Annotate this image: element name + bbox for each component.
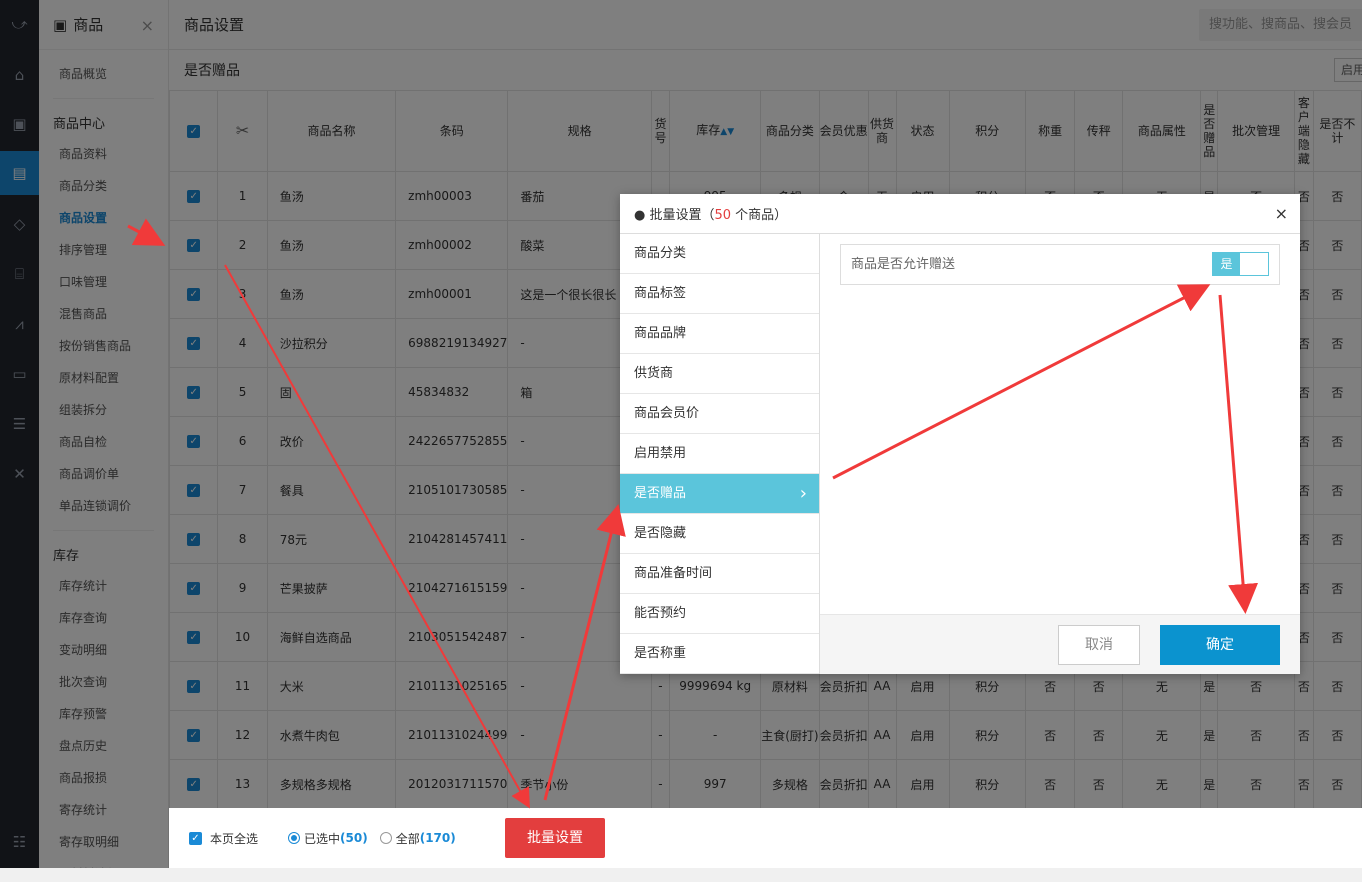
all-label: 全部 [395,831,420,846]
footer-strip [0,868,1362,882]
dialog-count: 50 [714,208,732,223]
dialog-menu-item[interactable]: 是否赠品 › [620,474,819,514]
dialog-menu-label: 商品准备时间 [634,566,713,581]
selected-label: 已选中 [304,831,341,846]
batch-settings-dialog: ● 批量设置（50 个商品） × 商品分类商品标签商品品牌供货商商品会员价启用禁… [620,194,1300,674]
dialog-menu-label: 是否隐藏 [634,526,687,541]
chevron-right-icon: › [799,483,807,504]
allow-gift-toggle[interactable]: 是 [1212,252,1269,276]
all-radio[interactable] [379,832,392,844]
field-label: 商品是否允许赠送 [851,257,956,272]
dialog-menu-item[interactable]: 商品准备时间 [620,554,819,594]
dialog-menu-label: 商品品牌 [634,326,687,341]
dialog-title: ● 批量设置（50 个商品） [634,208,788,223]
dialog-menu-item[interactable]: 启用禁用 [620,434,819,474]
dialog-menu-label: 商品会员价 [634,406,700,421]
allow-gift-field: 商品是否允许赠送 是 [840,244,1280,285]
batch-settings-button[interactable]: 批量设置 [505,818,605,858]
dialog-menu-label: 是否称重 [634,646,687,661]
dialog-menu-item[interactable]: 商品品牌 [620,314,819,354]
dialog-menu-label: 启用禁用 [634,446,687,461]
dialog-menu-item[interactable]: 是否隐藏 [620,514,819,554]
dialog-menu: 商品分类商品标签商品品牌供货商商品会员价启用禁用是否赠品 › 是否隐藏商品准备时间能… [620,234,820,674]
dialog-menu-item[interactable]: 商品分类 [620,234,819,274]
close-icon[interactable]: × [1275,204,1288,223]
toggle-on-label: 是 [1213,253,1240,275]
selected-count: 50 [345,831,363,845]
dialog-menu-label: 商品标签 [634,286,687,301]
dialog-header: ● 批量设置（50 个商品） × [620,194,1300,234]
dialog-body: 商品是否允许赠送 是 取消 确定 [820,234,1300,674]
dialog-menu-label: 是否赠品 [634,486,687,501]
dialog-menu-item[interactable]: 供货商 [620,354,819,394]
select-page-checkbox[interactable]: ✓ [189,831,202,845]
bottom-bar: ✓ 本页全选 已选中 (50) 全部 (170) 批量设置 [169,808,1362,868]
confirm-button[interactable]: 确定 [1160,625,1280,665]
all-count: 170 [425,831,451,845]
select-page-label: 本页全选 [210,831,259,846]
dialog-menu-item[interactable]: 是否称重 [620,634,819,674]
dialog-menu-label: 供货商 [634,366,674,381]
dialog-menu-label: 能否预约 [634,606,687,621]
dialog-menu-item[interactable]: 能否预约 [620,594,819,634]
selected-radio[interactable] [288,832,301,844]
dialog-menu-item[interactable]: 商品会员价 [620,394,819,434]
dialog-footer: 取消 确定 [820,614,1300,674]
cancel-button[interactable]: 取消 [1058,625,1140,665]
dialog-menu-label: 商品分类 [634,246,687,261]
dialog-menu-item[interactable]: 商品标签 [620,274,819,314]
